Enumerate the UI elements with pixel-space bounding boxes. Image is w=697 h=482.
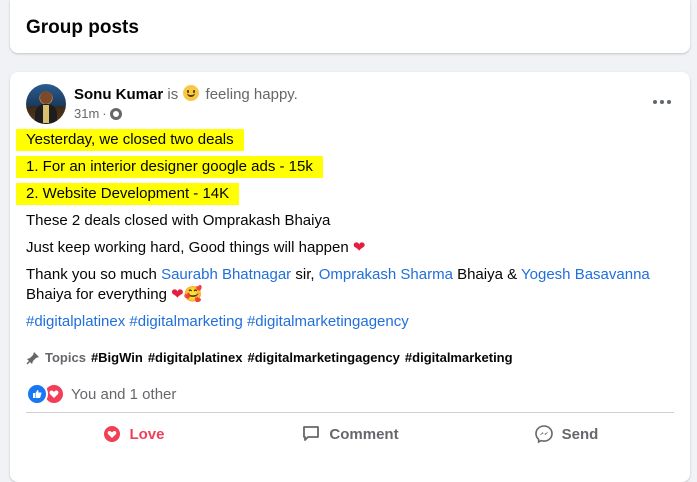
avatar[interactable] xyxy=(26,84,66,124)
dot-icon xyxy=(653,100,657,104)
heart-icon: ❤ xyxy=(352,239,366,256)
post-meta: 31m · xyxy=(74,106,122,121)
more-options-button[interactable] xyxy=(648,88,676,116)
mention-saurabh[interactable]: Saurabh Bhatnagar xyxy=(161,266,291,283)
topic-tag[interactable]: #digitalmarketing xyxy=(405,350,513,365)
post-body: Yesterday, we closed two deals 1. For an… xyxy=(16,129,666,339)
post-line-2: 1. For an interior designer google ads -… xyxy=(16,156,323,178)
comment-icon xyxy=(303,426,320,441)
topics-row: Topics #BigWin #digitalplatinex #digital… xyxy=(26,350,513,365)
smiley-icon xyxy=(183,85,200,101)
post-card: Sonu Kumar is feeling happy. 31m · Yeste… xyxy=(10,72,690,482)
dot-icon xyxy=(667,100,671,104)
comment-button[interactable]: Comment xyxy=(242,417,458,451)
post-line-1: Yesterday, we closed two deals xyxy=(16,129,244,151)
mention-yogesh[interactable]: Yogesh Basavanna xyxy=(521,266,650,283)
thanks-text: Thank you so much xyxy=(26,266,162,283)
topic-tag[interactable]: #BigWin xyxy=(91,350,143,365)
divider xyxy=(26,412,674,413)
meta-dot: · xyxy=(102,106,107,121)
love-button[interactable]: Love xyxy=(26,417,242,451)
thanks-text-c: Bhaiya & xyxy=(452,266,522,283)
post-hashtags[interactable]: #digitalplatinex #digitalmarketing #digi… xyxy=(26,313,409,330)
page-title: Group posts xyxy=(26,17,139,38)
reactions-summary[interactable]: You and 1 other xyxy=(26,383,176,405)
smiling-hearts-icon: 🥰 xyxy=(183,286,203,303)
dot-icon xyxy=(660,100,664,104)
like-reaction-icon xyxy=(26,383,48,405)
heart-icon xyxy=(104,426,121,442)
messenger-icon xyxy=(534,425,553,444)
topics-label: Topics xyxy=(45,350,86,365)
is-text: is xyxy=(167,86,179,103)
send-label: Send xyxy=(561,425,599,443)
send-button[interactable]: Send xyxy=(458,417,674,451)
post-actions: Love Comment Send xyxy=(26,417,674,451)
post-author-line: Sonu Kumar is feeling happy. xyxy=(74,85,298,103)
thanks-text-d: Bhaiya for everything xyxy=(26,286,167,303)
heart-icon: ❤ xyxy=(171,286,184,303)
post-line-4: These 2 deals closed with Omprakash Bhai… xyxy=(26,212,331,229)
love-label: Love xyxy=(129,425,165,443)
globe-icon[interactable] xyxy=(109,107,122,120)
post-time[interactable]: 31m xyxy=(74,106,99,121)
post-line-3: 2. Website Development - 14K xyxy=(16,183,240,205)
reactions-count[interactable]: You and 1 other xyxy=(71,386,176,403)
post-line-5: Just keep working hard, Good things will… xyxy=(26,239,349,256)
comment-label: Comment xyxy=(329,425,399,443)
feeling-text[interactable]: feeling happy. xyxy=(206,86,298,103)
topic-tag[interactable]: #digitalmarketingagency xyxy=(247,350,399,365)
group-posts-header: Group posts xyxy=(10,0,690,53)
topic-tag[interactable]: #digitalplatinex xyxy=(148,350,243,365)
pin-icon xyxy=(26,351,40,365)
thanks-text-b: sir, xyxy=(291,266,319,283)
mention-omprakash[interactable]: Omprakash Sharma xyxy=(319,266,453,283)
author-name[interactable]: Sonu Kumar xyxy=(74,86,163,103)
